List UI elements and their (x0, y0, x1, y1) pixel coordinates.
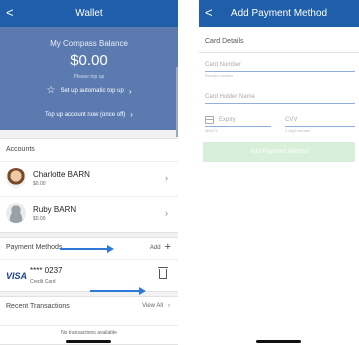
balance-panel: My Compass Balance $0.00 Please top up ☆… (0, 27, 178, 137)
wallet-screen: < Wallet My Compass Balance $0.00 Please… (0, 0, 178, 345)
view-all-button[interactable]: View All › (142, 303, 170, 309)
divider (199, 52, 359, 53)
page: < Wallet My Compass Balance $0.00 Please… (0, 0, 359, 345)
account-row[interactable]: Ruby BARN $0.00 › (0, 196, 178, 230)
card-number-underline (205, 71, 355, 72)
card-number: **** 0237 (30, 266, 63, 275)
expiry-underline (205, 126, 271, 127)
chevron-right-icon: › (165, 208, 168, 218)
add-payment-button[interactable]: Add + (150, 242, 171, 253)
account-row[interactable]: Charlotte BARN $0.00 › (0, 161, 178, 195)
empty-transactions-text: No transactions available (0, 325, 178, 336)
accounts-header: Accounts (6, 146, 35, 153)
girl-avatar (6, 168, 26, 188)
recent-transactions-header: Recent Transactions (6, 303, 70, 310)
account-name: Ruby BARN (33, 205, 77, 214)
add-payment-screen: < Add Payment Method Card Details Card N… (199, 0, 359, 345)
account-balance: $0.00 (33, 216, 46, 222)
scrollbar[interactable] (176, 67, 178, 137)
page-title: Add Payment Method (230, 8, 328, 19)
add-payment-header: < Add Payment Method (199, 0, 359, 27)
chevron-right-icon: › (128, 86, 132, 96)
trash-icon[interactable] (158, 267, 168, 279)
card-details-header: Card Details (205, 38, 244, 45)
card-number-hint: Receipt number (205, 73, 234, 78)
star-outline-icon: ☆ (46, 85, 56, 96)
chevron-right-icon: › (130, 110, 133, 119)
chevron-right-icon: › (168, 303, 170, 309)
home-indicator[interactable] (256, 340, 301, 343)
payment-methods-section: Payment Methods Add + VISA **** 0237 Cre… (0, 237, 178, 295)
balance-hint: Please top up (73, 74, 105, 80)
accounts-section: Accounts Charlotte BARN $0.00 › Ruby BAR… (0, 138, 178, 233)
cvv-hint: 3 digit number (285, 128, 311, 133)
annotation-arrow (90, 287, 146, 295)
generic-person-avatar (6, 203, 26, 223)
visa-logo: VISA (6, 271, 28, 281)
wallet-header: < Wallet (0, 0, 178, 27)
payment-method-row[interactable]: VISA **** 0237 Credit Card (0, 259, 178, 295)
home-indicator[interactable] (66, 340, 111, 343)
expiry-field[interactable]: Expiry (219, 117, 236, 123)
cvv-underline (285, 126, 355, 127)
card-number-field[interactable]: Card Number (205, 62, 241, 68)
calendar-icon (205, 116, 214, 124)
annotation-arrow (60, 245, 114, 253)
account-balance: $0.00 (33, 181, 46, 187)
plus-icon: + (164, 241, 171, 253)
cvv-field[interactable]: CVV (285, 117, 297, 123)
recent-transactions-section: Recent Transactions View All › No transa… (0, 296, 178, 345)
page-title: Wallet (75, 8, 103, 19)
balance-amount: $0.00 (70, 52, 108, 69)
auto-topup-button[interactable]: ☆ Set up automatic top up › (0, 86, 178, 96)
account-name: Charlotte BARN (33, 170, 90, 179)
expiry-hint: MM/YY (205, 128, 219, 133)
chevron-right-icon: › (165, 173, 168, 183)
auto-topup-label: Set up automatic top up (60, 88, 124, 94)
add-label: Add (149, 244, 161, 251)
card-type: Credit Card (30, 279, 56, 285)
payment-methods-header: Payment Methods (6, 244, 63, 251)
view-all-label: View All (142, 303, 163, 309)
card-holder-underline (205, 103, 355, 104)
add-payment-method-button[interactable]: Add Payment Method (203, 142, 355, 162)
topup-now-label: Top up account now (once off) (45, 111, 126, 118)
card-holder-field[interactable]: Card Holder Name (205, 94, 255, 100)
balance-label: My Compass Balance (50, 39, 128, 48)
topup-now-button[interactable]: Top up account now (once off) › (0, 110, 178, 119)
